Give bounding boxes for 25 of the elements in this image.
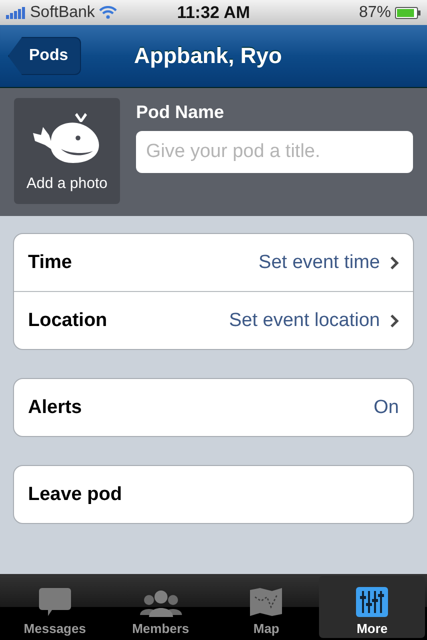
- tab-bar-item[interactable]: Members: [108, 576, 214, 638]
- settings-row[interactable]: Alerts On: [14, 379, 413, 436]
- speech-bubble-icon: [38, 587, 72, 617]
- back-button[interactable]: Pods: [8, 37, 82, 75]
- map-icon: [249, 587, 284, 617]
- chevron-icon: [390, 314, 399, 328]
- clock-time: 11:32 AM: [176, 2, 250, 22]
- settings-row[interactable]: Time Set event time: [14, 234, 413, 291]
- sliders-icon: [356, 587, 388, 617]
- wifi-icon: [98, 6, 117, 19]
- battery-percent: 87%: [358, 4, 391, 22]
- tab-bar-item[interactable]: Messages: [2, 576, 108, 638]
- chevron-icon: [390, 256, 399, 270]
- settings-row[interactable]: Location Set event location: [14, 291, 413, 349]
- people-icon: [138, 589, 183, 617]
- tab-bar-item[interactable]: Map: [214, 576, 320, 638]
- add-photo-button[interactable]: Add a photo: [14, 98, 120, 204]
- carrier-name: SoftBank: [30, 4, 95, 22]
- settings-row[interactable]: Leave pod: [14, 466, 413, 523]
- pod-name-field[interactable]: Give your pod a title.: [136, 131, 413, 173]
- battery-icon: [394, 6, 421, 18]
- pod-name-label: Pod Name: [136, 102, 226, 123]
- signal-icon: [6, 6, 26, 18]
- tab-bar-item[interactable]: More: [319, 576, 425, 638]
- nav-title: Appbank, Ryo: [134, 43, 282, 69]
